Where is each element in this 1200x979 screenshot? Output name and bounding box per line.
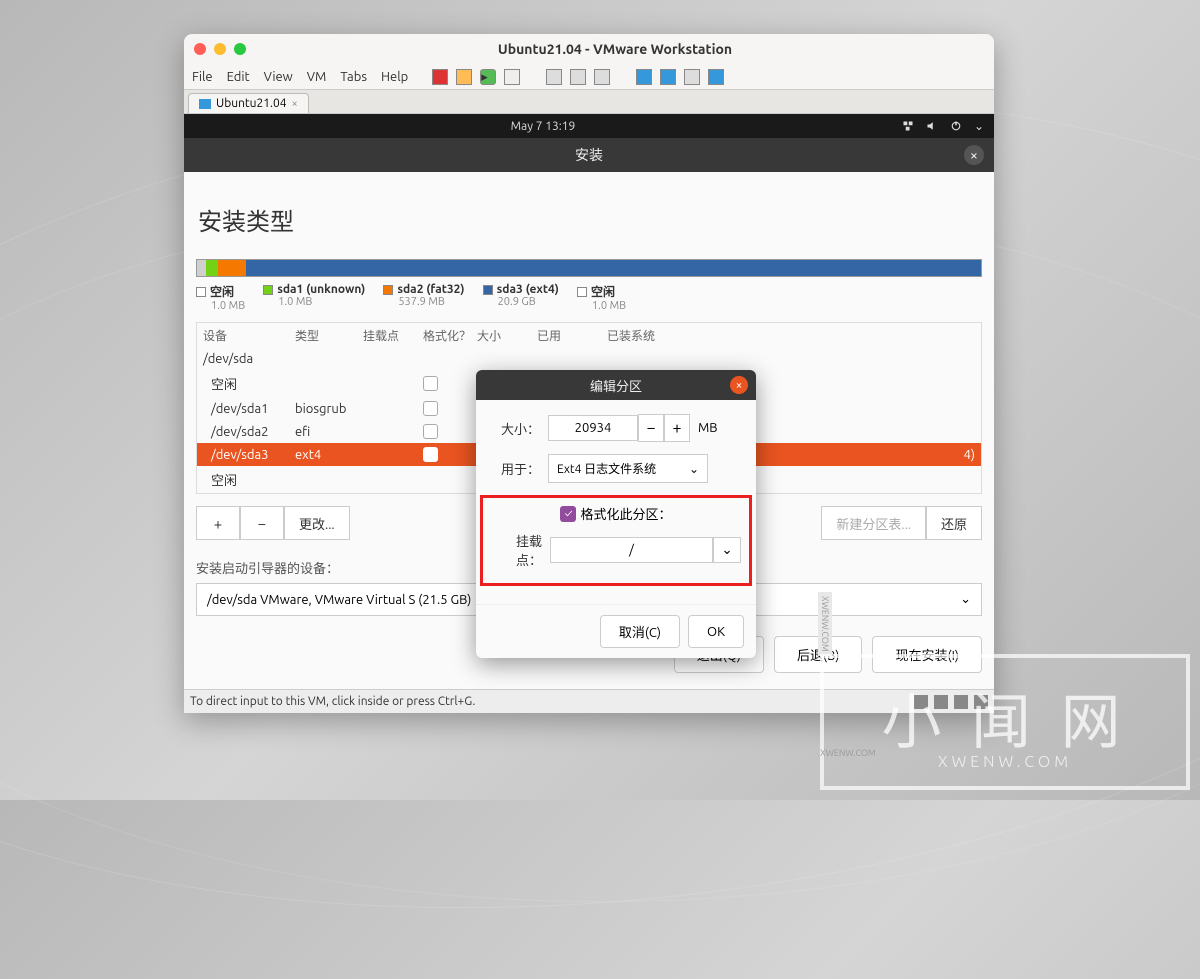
disk-legend: 空闲1.0 MB sda1 (unknown)1.0 MB sda2 (fat3… — [196, 283, 982, 312]
change-button[interactable]: 更改... — [284, 506, 350, 540]
table-row[interactable]: 空闲 — [197, 466, 981, 493]
console-icon[interactable] — [660, 69, 676, 85]
watermark-bottom: XWENW.COM — [820, 748, 876, 758]
chevron-down-icon[interactable]: ⌄ — [974, 119, 984, 133]
partition-table: 设备 类型 挂载点 格式化？ 大小 已用 已装系统 /dev/sda 空闲 /d… — [196, 322, 982, 494]
tab-label: Ubuntu21.04 — [216, 97, 287, 110]
format-checkbox[interactable] — [423, 401, 438, 416]
menu-vm[interactable]: VM — [307, 70, 327, 84]
installer-header: 安装 × — [184, 138, 994, 172]
close-tab-icon[interactable]: × — [292, 98, 298, 110]
fullscreen-icon[interactable] — [684, 69, 700, 85]
maximize-icon[interactable] — [234, 43, 246, 55]
window-title: Ubuntu21.04 - VMware Workstation — [246, 41, 984, 57]
dialog-close-icon[interactable]: × — [964, 145, 984, 165]
titlebar: Ubuntu21.04 - VMware Workstation — [184, 34, 994, 64]
snapshot-manager-icon[interactable] — [570, 69, 586, 85]
cancel-button[interactable]: 取消(C) — [600, 615, 680, 648]
camera-icon[interactable] — [594, 69, 610, 85]
disk-icon[interactable] — [914, 695, 928, 709]
gnome-topbar: May 7 13:19 ⌄ — [184, 114, 994, 138]
unity-icon[interactable] — [636, 69, 652, 85]
edit-partition-modal: 编辑分区 × 大小： − + MB 用于： Ext4 日志文件系统 ⌄ ✓ 格式… — [476, 370, 756, 658]
table-row[interactable]: /dev/sda1biosgrub — [197, 397, 981, 420]
screen-icon[interactable] — [708, 69, 724, 85]
mount-point-input[interactable] — [550, 537, 713, 563]
guest-screen[interactable]: May 7 13:19 ⌄ 安装 × 安装类型 空闲1.0 MB sda1 (u… — [184, 114, 994, 689]
usb-icon[interactable] — [974, 695, 988, 709]
page-heading: 安装类型 — [196, 202, 982, 237]
power-icon[interactable] — [950, 120, 962, 132]
size-unit: MB — [698, 421, 718, 435]
size-decrement-button[interactable]: − — [638, 414, 664, 442]
chevron-down-icon: ⌄ — [960, 592, 971, 607]
format-checkbox[interactable] — [423, 376, 438, 391]
size-label: 大小： — [488, 419, 548, 438]
mount-label: 挂载点： — [491, 531, 550, 569]
menu-edit[interactable]: Edit — [227, 70, 250, 84]
format-checkbox-checked[interactable]: ✓ — [560, 506, 576, 522]
chevron-down-icon: ⌄ — [689, 462, 699, 476]
restart-icon[interactable] — [504, 69, 520, 85]
menubar: File Edit View VM Tabs Help ▸ — [184, 64, 994, 90]
disk-usage-bar — [196, 259, 982, 277]
quit-button[interactable]: 退出(Q) — [674, 636, 764, 673]
table-row[interactable]: 空闲 — [197, 370, 981, 397]
stop-icon[interactable] — [432, 69, 448, 85]
format-label: 格式化此分区： — [580, 504, 671, 523]
highlighted-section: ✓ 格式化此分区： 挂载点： ⌄ — [480, 495, 752, 586]
bootloader-label: 安装启动引导器的设备： — [196, 558, 982, 577]
bootloader-select[interactable]: /dev/sda VMware, VMware Virtual S (21.5 … — [196, 583, 982, 616]
status-text: To direct input to this VM, click inside… — [190, 695, 475, 708]
minimize-icon[interactable] — [214, 43, 226, 55]
add-partition-button[interactable]: + — [196, 506, 240, 540]
pause-icon[interactable] — [456, 69, 472, 85]
watermark-tag: XWENW.COM — [818, 592, 832, 656]
tab-bar: Ubuntu21.04 × — [184, 90, 994, 114]
close-icon[interactable] — [194, 43, 206, 55]
remove-partition-button[interactable]: − — [240, 506, 284, 540]
modal-titlebar: 编辑分区 × — [476, 370, 756, 400]
install-button[interactable]: 现在安装(I) — [872, 636, 982, 673]
table-row[interactable]: /dev/sda — [197, 348, 981, 370]
watermark: 小 闻 网 XWENW.COM — [820, 654, 1190, 790]
back-button[interactable]: 后退(B) — [774, 636, 862, 673]
volume-icon[interactable] — [926, 120, 938, 132]
filesystem-select[interactable]: Ext4 日志文件系统 ⌄ — [548, 454, 708, 483]
revert-button[interactable]: 还原 — [926, 506, 982, 540]
menu-view[interactable]: View — [264, 70, 293, 84]
table-row-selected[interactable]: /dev/sda3ext44) — [197, 443, 981, 466]
new-table-button[interactable]: 新建分区表... — [821, 506, 926, 540]
play-icon[interactable]: ▸ — [480, 69, 496, 85]
monitor-icon — [199, 99, 211, 109]
mount-dropdown-button[interactable]: ⌄ — [713, 537, 741, 563]
menu-tabs[interactable]: Tabs — [340, 70, 367, 84]
format-checkbox[interactable] — [423, 447, 438, 462]
modal-title: 编辑分区 — [590, 376, 642, 395]
cd-icon[interactable] — [934, 695, 948, 709]
use-label: 用于： — [488, 459, 548, 478]
menu-help[interactable]: Help — [381, 70, 408, 84]
vm-tab[interactable]: Ubuntu21.04 × — [188, 93, 309, 113]
menu-file[interactable]: File — [192, 70, 213, 84]
clock[interactable]: May 7 13:19 — [184, 120, 902, 133]
window-controls — [194, 43, 246, 55]
format-checkbox[interactable] — [423, 424, 438, 439]
status-bar: To direct input to this VM, click inside… — [184, 689, 994, 713]
vmware-window: Ubuntu21.04 - VMware Workstation File Ed… — [184, 34, 994, 713]
installer-title: 安装 — [575, 145, 603, 165]
size-increment-button[interactable]: + — [664, 414, 690, 442]
printer-icon[interactable] — [954, 695, 968, 709]
snapshot-icon[interactable] — [546, 69, 562, 85]
size-input[interactable] — [548, 415, 638, 441]
modal-close-icon[interactable]: × — [730, 376, 748, 394]
network-icon[interactable] — [902, 120, 914, 132]
table-row[interactable]: /dev/sda2efi — [197, 420, 981, 443]
ok-button[interactable]: OK — [688, 615, 744, 648]
